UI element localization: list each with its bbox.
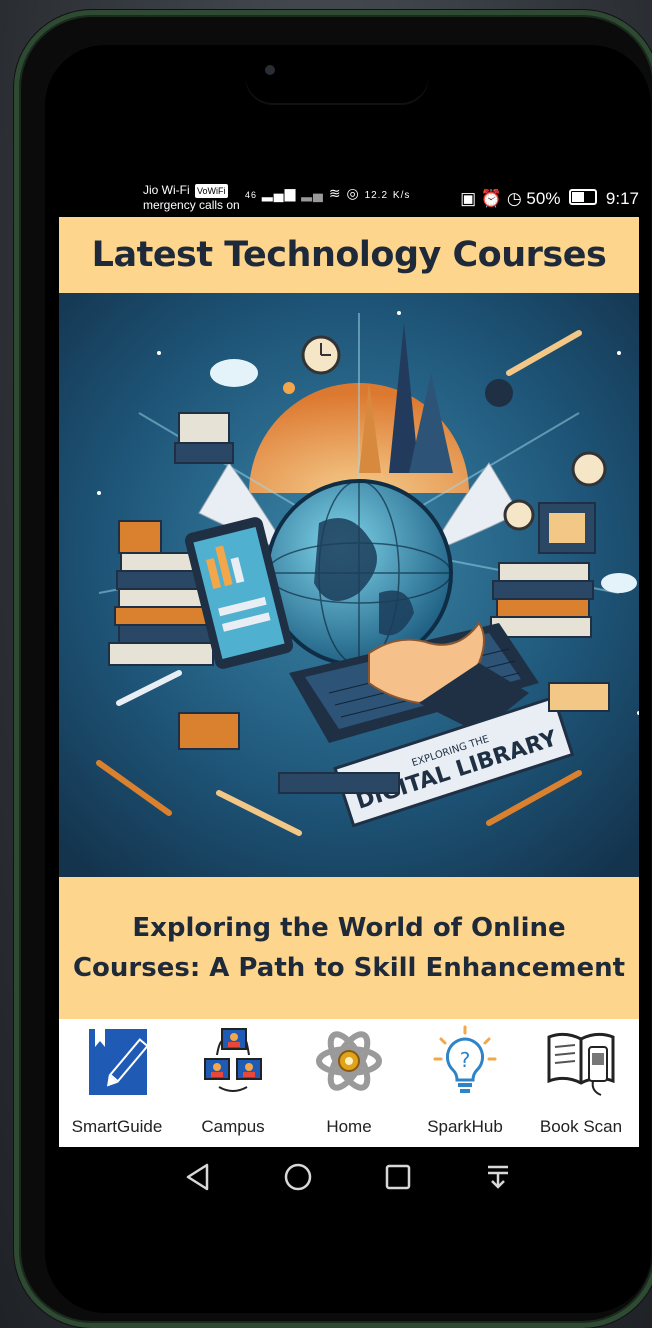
system-navigation-bar xyxy=(45,1147,651,1207)
signal-icon: ▂▄▆ xyxy=(261,185,297,201)
book-scan-icon xyxy=(547,1032,615,1096)
sparkhub-icon: ? xyxy=(433,1025,497,1093)
caption-banner: Exploring the World of Online Courses: A… xyxy=(59,877,639,1019)
pulldown-arrow-icon xyxy=(488,1165,508,1189)
notification-pulldown-button[interactable] xyxy=(478,1157,518,1197)
carrier-label: Jio Wi-Fi xyxy=(143,183,190,197)
status-carrier: Jio Wi-Fi VoWiFi mergency calls on xyxy=(143,183,240,212)
caption-line-1: Exploring the World of Online xyxy=(132,913,566,943)
nav-item-home[interactable]: Home xyxy=(291,1019,407,1147)
signal-icon-2: ▂▄ xyxy=(301,185,324,201)
status-signal: 46 ▂▄▆ ▂▄ ≋ ◎ 12.2 K/s xyxy=(245,185,410,202)
nav-item-sparkhub[interactable]: ? SparkHub xyxy=(407,1019,523,1147)
digital-library-illustration: EXPLORING THE DIGITAL LIBRARY xyxy=(59,293,639,877)
screen: Jio Wi-Fi VoWiFi mergency calls on 46 ▂▄… xyxy=(45,45,651,1313)
wifi-icon: ≋ xyxy=(328,185,342,201)
nav-label-campus: Campus xyxy=(201,1117,265,1136)
recents-button[interactable] xyxy=(378,1157,418,1197)
caption-line-2: Courses: A Path to Skill Enhancement xyxy=(72,953,626,983)
battery-icon xyxy=(569,189,598,205)
bottom-nav: SmartGuide Campus Home ? SparkHub Book S… xyxy=(59,1019,639,1147)
volte-badge: VoWiFi xyxy=(195,184,228,198)
clock: 9:17 xyxy=(605,189,639,208)
nav-item-smartguide[interactable]: SmartGuide xyxy=(59,1019,175,1147)
recents-square-icon xyxy=(385,1164,411,1190)
app-header: Latest Technology Courses xyxy=(59,217,639,293)
nav-label-smartguide: SmartGuide xyxy=(71,1117,163,1136)
hotspot-icon: ◎ xyxy=(346,185,360,201)
emergency-label: mergency calls on xyxy=(143,198,240,212)
battery-percent: 50% xyxy=(526,189,561,208)
hero-image[interactable]: EXPLORING THE DIGITAL LIBRARY xyxy=(59,293,639,877)
page-title: Latest Technology Courses xyxy=(91,235,607,275)
smartguide-icon xyxy=(89,1029,149,1095)
phone-frame: Jio Wi-Fi VoWiFi mergency calls on 46 ▂▄… xyxy=(14,10,652,1328)
back-button[interactable] xyxy=(178,1157,218,1197)
home-button[interactable] xyxy=(278,1157,318,1197)
speed-unit: K/s xyxy=(392,190,411,201)
nav-item-campus[interactable]: Campus xyxy=(175,1019,291,1147)
camera-icon xyxy=(265,65,275,75)
campus-icon xyxy=(204,1028,262,1092)
home-icon xyxy=(316,1031,382,1091)
alarm-icon: ⏰ xyxy=(480,189,503,208)
caption-text: Exploring the World of Online Courses: A… xyxy=(73,908,625,988)
back-triangle-icon xyxy=(186,1163,209,1191)
svg-text:?: ? xyxy=(460,1048,471,1072)
speed-value: 12.2 xyxy=(364,190,389,201)
nav-label-book-scan: Book Scan xyxy=(539,1117,623,1136)
nav-item-book-scan[interactable]: Book Scan xyxy=(523,1019,639,1147)
nav-label-home: Home xyxy=(326,1117,372,1136)
home-circle-icon xyxy=(284,1163,312,1191)
nfc-icon: ▣ xyxy=(460,189,477,208)
nav-label-sparkhub: SparkHub xyxy=(427,1117,503,1136)
network-type-label: 46 xyxy=(245,190,258,200)
speedometer-icon: ◷ xyxy=(506,189,522,208)
status-bar: Jio Wi-Fi VoWiFi mergency calls on 46 ▂▄… xyxy=(59,181,639,215)
status-right: ▣ ⏰ ◷ 50% 9:17 xyxy=(460,189,639,209)
